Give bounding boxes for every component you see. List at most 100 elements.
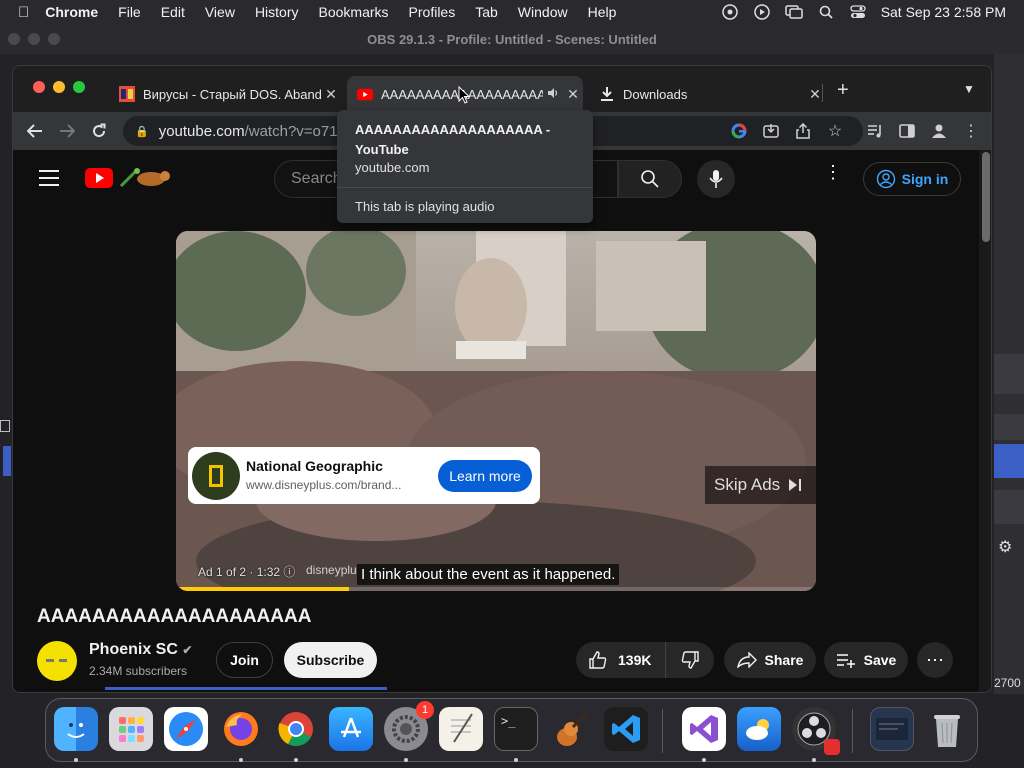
tab-title: Downloads xyxy=(623,86,688,102)
screen-mirroring-icon[interactable] xyxy=(784,3,803,21)
tab-dos-abandonware[interactable]: Вирусы - Старый DOS. Abandonware ✕ xyxy=(109,76,341,112)
menu-help[interactable]: Help xyxy=(588,4,617,20)
chrome-menu-kebab-icon[interactable]: ⋮ xyxy=(961,121,981,141)
app-store-icon[interactable] xyxy=(329,707,373,751)
forward-arrow-icon[interactable] xyxy=(57,121,77,141)
minimized-window-thumbnail[interactable] xyxy=(870,707,914,751)
close-icon[interactable]: ✕ xyxy=(321,86,341,103)
window-zoom-button[interactable] xyxy=(73,81,85,93)
menu-profiles[interactable]: Profiles xyxy=(409,4,456,20)
obs-status-icon[interactable] xyxy=(721,3,739,21)
obs-panel-row[interactable] xyxy=(994,490,1024,524)
obs-zoom-button[interactable] xyxy=(48,33,60,45)
channel-avatar[interactable] xyxy=(37,641,77,681)
ad-progress-bar[interactable] xyxy=(176,587,816,591)
spotlight-search-icon[interactable] xyxy=(817,3,835,21)
new-tab-plus-icon[interactable]: + xyxy=(837,79,849,102)
skip-ads-button[interactable]: Skip Ads xyxy=(704,465,816,505)
search-button[interactable] xyxy=(618,160,682,198)
running-indicator xyxy=(404,758,408,762)
more-actions-icon[interactable]: ⋯ xyxy=(917,642,953,678)
tab-search-chevron-down-icon[interactable]: ▼ xyxy=(963,82,975,96)
scrollbar-thumb[interactable] xyxy=(982,152,990,242)
bookmark-star-icon[interactable]: ☆ xyxy=(825,121,845,141)
obs-panel-row[interactable] xyxy=(994,414,1024,440)
obs-selected-row[interactable] xyxy=(3,446,11,476)
terminal-icon[interactable]: >_ xyxy=(494,707,538,751)
system-settings-icon[interactable]: 1 xyxy=(384,701,434,751)
ad-overlay-card[interactable]: National Geographic www.disneyplus.com/b… xyxy=(188,447,540,504)
speaker-icon[interactable] xyxy=(543,86,563,102)
lock-icon[interactable]: 🔒 xyxy=(135,125,149,138)
menubar-clock[interactable]: Sat Sep 23 2:58 PM xyxy=(881,4,1006,20)
menu-window[interactable]: Window xyxy=(518,4,568,20)
obs-window-controls xyxy=(8,33,60,45)
dislike-button[interactable] xyxy=(666,642,714,678)
profile-avatar-icon[interactable] xyxy=(929,121,949,141)
like-button[interactable]: 139K xyxy=(576,642,666,678)
finder-icon[interactable] xyxy=(54,707,98,751)
back-arrow-icon[interactable] xyxy=(25,121,45,141)
join-button[interactable]: Join xyxy=(216,642,273,678)
youtube-logo-icon[interactable] xyxy=(85,168,113,188)
join-tooltip-underline xyxy=(105,687,387,690)
menu-tab[interactable]: Tab xyxy=(475,4,498,20)
channel-name[interactable]: Phoenix SC ✔ xyxy=(89,641,192,659)
like-dislike-group: 139K xyxy=(576,642,714,678)
control-center-icon[interactable] xyxy=(849,3,867,21)
share-icon[interactable] xyxy=(793,121,813,141)
skip-next-icon xyxy=(789,479,802,491)
obs-panel-row[interactable] xyxy=(994,354,1024,394)
page-scrollbar[interactable] xyxy=(979,150,991,692)
safari-icon[interactable] xyxy=(164,707,208,751)
ad-overlay-url[interactable]: disneyplu xyxy=(306,563,357,577)
vscode-icon[interactable] xyxy=(604,707,648,751)
menu-edit[interactable]: Edit xyxy=(161,4,185,20)
chrome-icon[interactable] xyxy=(274,707,318,751)
firefox-icon[interactable] xyxy=(219,707,263,751)
share-button[interactable]: Share xyxy=(724,642,816,678)
running-indicator xyxy=(239,758,243,762)
learn-more-button[interactable]: Learn more xyxy=(438,460,532,492)
menu-history[interactable]: History xyxy=(255,4,299,20)
obs-minimize-button[interactable] xyxy=(28,33,40,45)
video-player[interactable]: National Geographic www.disneyplus.com/b… xyxy=(176,231,816,591)
hover-card-title: AAAAAAAAAAAAAAAAAAAA - YouTube xyxy=(355,122,551,157)
launchpad-icon[interactable] xyxy=(109,707,153,751)
subscribe-button[interactable]: Subscribe xyxy=(284,642,377,678)
trash-icon[interactable] xyxy=(925,707,969,751)
apple-menu-icon[interactable]:  xyxy=(18,4,29,21)
sign-in-button[interactable]: Sign in xyxy=(863,162,961,196)
obs-studio-icon[interactable] xyxy=(792,707,840,755)
youtube-doodle-icon[interactable] xyxy=(117,166,175,190)
close-icon[interactable]: ✕ xyxy=(563,86,583,103)
google-lens-icon[interactable] xyxy=(729,121,749,141)
install-app-icon[interactable] xyxy=(761,121,781,141)
media-control-icon[interactable] xyxy=(865,121,885,141)
menu-file[interactable]: File xyxy=(118,4,141,20)
info-icon[interactable]: ⓘ xyxy=(283,565,295,579)
window-close-button[interactable] xyxy=(33,81,45,93)
menu-app-name[interactable]: Chrome xyxy=(45,4,98,20)
visual-studio-icon[interactable] xyxy=(682,707,726,751)
obs-panel-icon[interactable] xyxy=(0,420,10,432)
weather-icon[interactable] xyxy=(737,707,781,751)
ad-url: www.disneyplus.com/brand... xyxy=(246,478,402,492)
obs-close-button[interactable] xyxy=(8,33,20,45)
obs-selected-row[interactable] xyxy=(994,444,1024,478)
gear-icon[interactable]: ⚙ xyxy=(998,537,1012,557)
settings-kebab-icon[interactable]: ⋮ xyxy=(823,163,843,181)
menu-bookmarks[interactable]: Bookmarks xyxy=(319,4,389,20)
reload-icon[interactable] xyxy=(89,121,109,141)
save-button[interactable]: Save xyxy=(824,642,908,678)
window-minimize-button[interactable] xyxy=(53,81,65,93)
voice-search-button[interactable] xyxy=(697,160,735,198)
garageband-icon[interactable] xyxy=(549,707,593,751)
side-panel-icon[interactable] xyxy=(897,121,917,141)
play-status-icon[interactable] xyxy=(753,3,771,21)
tab-downloads[interactable]: Downloads ✕ xyxy=(589,76,825,112)
menu-view[interactable]: View xyxy=(205,4,235,20)
textedit-icon[interactable] xyxy=(439,707,483,751)
hamburger-menu-icon[interactable] xyxy=(39,170,59,186)
notification-badge: 1 xyxy=(416,701,434,719)
